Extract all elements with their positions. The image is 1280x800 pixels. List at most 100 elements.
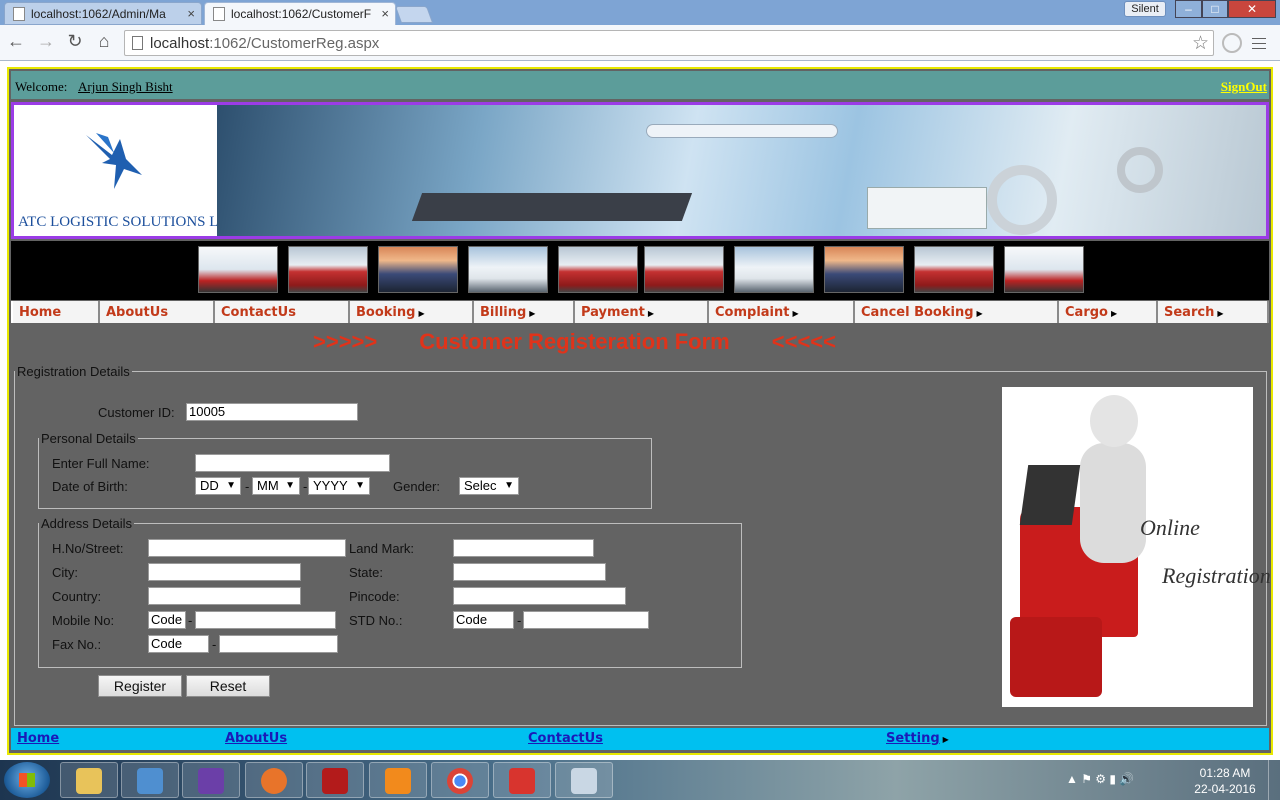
signout-link[interactable]: SignOut xyxy=(1221,79,1267,95)
menu-item-complaint[interactable]: Complaint ▶ xyxy=(709,301,855,323)
footer-contact-link[interactable]: ContactUs xyxy=(528,731,603,746)
menu-item-home[interactable]: Home xyxy=(13,301,100,323)
silent-badge: Silent xyxy=(1124,1,1166,17)
loading-icon xyxy=(213,7,225,21)
dob-year-select[interactable]: YYYY ▼ xyxy=(308,477,370,495)
menu-item-billing[interactable]: Billing ▶ xyxy=(474,301,575,323)
landmark-label: Land Mark: xyxy=(349,541,415,556)
full-name-input[interactable] xyxy=(195,454,390,472)
image-caption-line1: Online xyxy=(1140,515,1200,540)
country-input[interactable] xyxy=(148,587,301,605)
footer-home-link[interactable]: Home xyxy=(17,731,59,746)
home-icon[interactable]: ⌂ xyxy=(92,31,116,52)
tab-admin[interactable]: localhost:1062/Admin/Ma × xyxy=(4,2,202,25)
separator: - xyxy=(303,479,308,494)
menu-item-cargo[interactable]: Cargo ▶ xyxy=(1059,301,1158,323)
std-number-input[interactable] xyxy=(523,611,649,629)
windows-taskbar: ▲ ⚑ ⚙ ▮ 🔊 01:28 AM 22-04-2016 xyxy=(0,760,1280,800)
header-banner: ATC LOGISTIC SOLUTIONS LTD., xyxy=(11,102,1269,239)
system-tray[interactable]: ▲ ⚑ ⚙ ▮ 🔊 xyxy=(1066,772,1134,786)
menu-icon[interactable]: — — — xyxy=(1252,30,1268,54)
bookmark-star-icon[interactable]: ☆ xyxy=(1192,32,1209,55)
tab-customer-reg[interactable]: localhost:1062/CustomerF × xyxy=(204,2,396,25)
vehicle-thumbnail xyxy=(558,246,638,293)
separator: - xyxy=(212,637,217,652)
show-desktop-button[interactable] xyxy=(1268,760,1280,800)
state-input[interactable] xyxy=(453,563,606,581)
title-arrows-left: >>>>> xyxy=(313,329,378,354)
landmark-input[interactable] xyxy=(453,539,594,557)
taskbar-clock[interactable]: 01:28 AM 22-04-2016 xyxy=(1190,765,1260,797)
submenu-arrow-icon: ▶ xyxy=(792,309,799,318)
menu-item-payment[interactable]: Payment ▶ xyxy=(575,301,709,323)
dob-label: Date of Birth: xyxy=(52,479,128,494)
register-button[interactable]: Register xyxy=(98,675,182,697)
menu-item-aboutus[interactable]: AboutUs xyxy=(100,301,215,323)
menu-item-search[interactable]: Search ▶ xyxy=(1158,301,1269,323)
vehicle-thumbnail xyxy=(1004,246,1084,293)
submenu-arrow-icon: ▶ xyxy=(976,309,983,318)
address-bar[interactable]: localhost:1062/CustomerReg.aspx ☆ xyxy=(124,30,1214,56)
window-close-button[interactable]: ✕ xyxy=(1228,0,1276,18)
gender-select[interactable]: Selec ▼ xyxy=(459,477,519,495)
customer-id-input[interactable]: 10005 xyxy=(186,403,358,421)
vehicle-thumbnail-strip xyxy=(11,241,1269,300)
vlc-icon xyxy=(385,768,411,794)
submenu-arrow-icon: ▶ xyxy=(418,309,425,318)
fax-number-input[interactable] xyxy=(219,635,338,653)
pdf-icon xyxy=(322,768,348,794)
form-title-text: Customer Registeration Form xyxy=(419,329,730,354)
taskbar-visual-studio[interactable] xyxy=(182,762,240,798)
std-label: STD No.: xyxy=(349,613,403,628)
fax-code-input[interactable]: Code xyxy=(148,635,209,653)
visual-studio-icon xyxy=(198,768,224,794)
taskbar-ccleaner[interactable] xyxy=(493,762,551,798)
reset-button[interactable]: Reset xyxy=(186,675,270,697)
footer-setting-link[interactable]: Setting ▶ xyxy=(886,731,949,746)
new-tab-button[interactable] xyxy=(394,6,434,23)
menu-item-booking[interactable]: Booking ▶ xyxy=(350,301,474,323)
close-icon[interactable]: × xyxy=(187,6,195,21)
welcome-bar: Welcome: Arjun Singh Bisht SignOut xyxy=(11,71,1269,99)
submenu-arrow-icon: ▶ xyxy=(942,735,949,744)
web-page: Welcome: Arjun Singh Bisht SignOut ATC L… xyxy=(0,61,1280,760)
page-frame: Welcome: Arjun Singh Bisht SignOut ATC L… xyxy=(7,67,1273,755)
submenu-arrow-icon: ▶ xyxy=(647,309,655,318)
mobile-code-input[interactable]: Code xyxy=(148,611,186,629)
eagle-logo-icon xyxy=(86,133,142,189)
back-icon[interactable]: ← xyxy=(4,31,28,52)
menu-item-contactus[interactable]: ContactUs xyxy=(215,301,350,323)
taskbar-acrobat[interactable] xyxy=(306,762,364,798)
extension-icon[interactable] xyxy=(1222,33,1242,53)
dob-month-select[interactable]: MM ▼ xyxy=(252,477,300,495)
close-icon[interactable]: × xyxy=(381,6,389,21)
vehicle-thumbnail xyxy=(824,246,904,293)
maximize-button[interactable]: □ xyxy=(1202,0,1228,18)
taskbar-paint[interactable] xyxy=(555,762,613,798)
user-name-link[interactable]: Arjun Singh Bisht xyxy=(78,79,173,95)
taskbar-media-player[interactable] xyxy=(121,762,179,798)
submenu-arrow-icon: ▶ xyxy=(1110,309,1118,318)
plane-shape xyxy=(647,125,837,137)
dob-day-select[interactable]: DD ▼ xyxy=(195,477,241,495)
city-input[interactable] xyxy=(148,563,301,581)
reload-icon[interactable]: ↻ xyxy=(63,31,87,52)
chrome-icon xyxy=(447,768,473,794)
taskbar-chrome[interactable] xyxy=(431,762,489,798)
taskbar-explorer[interactable] xyxy=(60,762,118,798)
full-name-label: Enter Full Name: xyxy=(52,456,150,471)
street-input[interactable] xyxy=(148,539,346,557)
customer-id-label: Customer ID: xyxy=(98,405,175,420)
taskbar-vlc[interactable] xyxy=(369,762,427,798)
pincode-input[interactable] xyxy=(453,587,626,605)
start-button[interactable] xyxy=(4,762,50,798)
footer-about-link[interactable]: AboutUs xyxy=(225,731,287,746)
std-code-input[interactable]: Code xyxy=(453,611,514,629)
taskbar-firefox[interactable] xyxy=(245,762,303,798)
minimize-button[interactable]: – xyxy=(1175,0,1202,18)
mobile-number-input[interactable] xyxy=(195,611,336,629)
forward-icon[interactable]: → xyxy=(34,31,58,52)
submenu-arrow-icon: ▶ xyxy=(1217,309,1224,318)
url-text[interactable]: localhost:1062/CustomerReg.aspx xyxy=(150,35,379,52)
menu-item-cancel-booking[interactable]: Cancel Booking ▶ xyxy=(855,301,1059,323)
